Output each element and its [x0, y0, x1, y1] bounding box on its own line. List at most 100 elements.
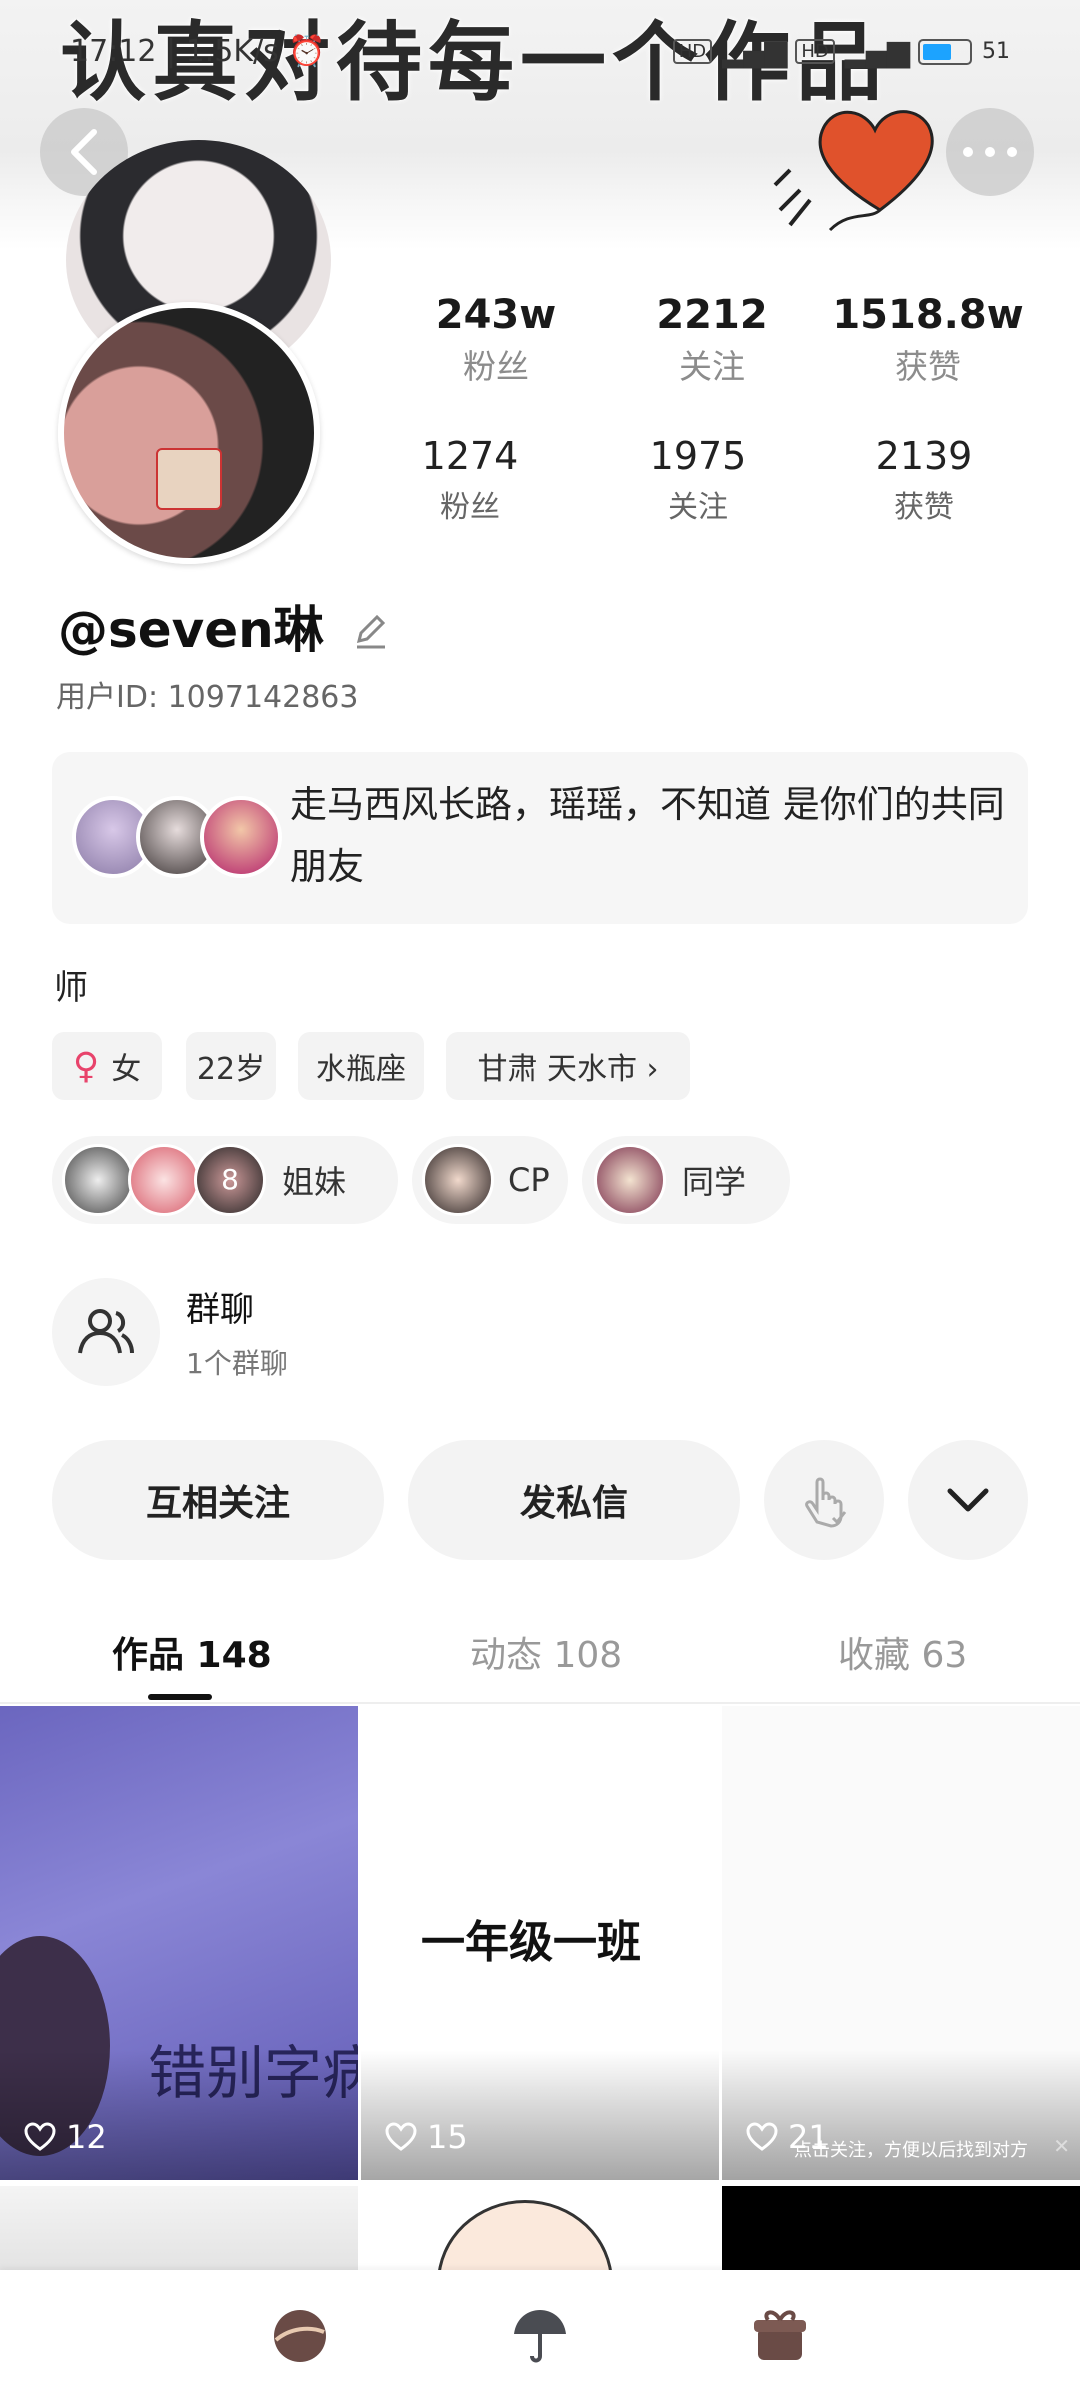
relation-cp-label: CP [508, 1161, 550, 1199]
relation-avatar [128, 1144, 200, 1216]
bottom-nav [0, 2270, 1080, 2400]
stat-following[interactable]: 2212 关注 [612, 292, 812, 388]
umbrella-icon [514, 2310, 566, 2363]
female-icon: ♀ [72, 1045, 100, 1087]
stat2-likes: 2139 获赞 [824, 434, 1024, 526]
edit-icon[interactable] [351, 611, 391, 651]
relation-count: 8 [221, 1163, 239, 1196]
username-text: @seven琳 [58, 601, 324, 659]
signal-icon-2: ▂▄▆ [844, 34, 910, 69]
work-card-2-overlay: 一年级一班 [421, 1917, 641, 1968]
work-card-3[interactable]: 21 点击关注，方便以后找到对方 ✕ [722, 1706, 1080, 2180]
stat2-following-label: 关注 [668, 490, 728, 525]
chevron-left-icon [71, 129, 97, 175]
stat2-likes-label: 获赞 [894, 490, 954, 525]
more-horizontal-icon [963, 147, 1017, 157]
work-card-2[interactable]: 一年级一班 15 [361, 1706, 719, 2180]
status-speed: 1.5K/s [185, 34, 279, 69]
stat2-fans-value: 1274 [421, 434, 519, 478]
bio-text: 师 [54, 968, 88, 1008]
message-button[interactable]: 发私信 [408, 1440, 740, 1560]
stat-fans-value: 243w [435, 292, 557, 338]
heart-icon [385, 2122, 417, 2151]
mutual-friends-card[interactable]: 走马西风长路，瑶瑶，不知道 是你们的共同朋友 [52, 752, 1028, 924]
username: @seven琳 [58, 590, 391, 662]
poke-hand-icon [805, 1477, 847, 1528]
group-chat-title[interactable]: 群聊 [186, 1282, 254, 1331]
gift-icon [754, 2310, 806, 2360]
follow-hint[interactable]: 点击关注，方便以后找到对方 [794, 2136, 1028, 2162]
tab-active-indicator [148, 1694, 212, 1700]
heart-icon [746, 2122, 778, 2151]
stat-likes-value: 1518.8w [832, 292, 1024, 338]
relation-avatar: 8 [194, 1144, 266, 1216]
tag-zodiac: 水瓶座 [298, 1032, 424, 1100]
relation-sisters[interactable]: 8 姐妹 [52, 1136, 398, 1224]
stat2-following: 1975 关注 [598, 434, 798, 526]
work-card-1-likes: 12 [24, 2118, 107, 2156]
poke-button[interactable] [764, 1440, 884, 1560]
stat-likes[interactable]: 1518.8w 获赞 [828, 292, 1028, 388]
close-hint-icon[interactable]: ✕ [1053, 2134, 1070, 2158]
planet-icon [274, 2310, 326, 2362]
signal-icon: ▂▄▆ [722, 34, 787, 69]
stat-likes-label: 获赞 [895, 347, 961, 386]
more-actions-button[interactable] [908, 1440, 1028, 1560]
work-card-5[interactable] [361, 2186, 719, 2276]
stat-following-label: 关注 [679, 347, 745, 386]
work-card-6[interactable] [722, 2186, 1080, 2276]
tag-location[interactable]: 甘肃 天水市 › [446, 1032, 690, 1100]
work-card-2-likes-count: 15 [427, 2118, 468, 2156]
stat2-fans-label: 粉丝 [440, 490, 500, 525]
heart-icon [24, 2122, 56, 2151]
group-chat-subtitle: 1个群聊 [186, 1347, 288, 1380]
avatar[interactable] [58, 302, 320, 564]
status-time: 17:12 [70, 34, 157, 69]
work-card-2-likes: 15 [385, 2118, 468, 2156]
stat-fans-label: 粉丝 [463, 347, 529, 386]
tab-favorites[interactable]: 收藏 63 [838, 1626, 967, 1678]
more-button[interactable] [946, 108, 1034, 196]
relation-cp[interactable]: CP [412, 1136, 568, 1224]
work-card-1-shade [0, 2050, 358, 2180]
hd-badge-2: HD [795, 39, 835, 64]
friend-avatar-3 [200, 796, 282, 878]
stat2-likes-value: 2139 [875, 434, 973, 478]
tab-works[interactable]: 作品 148 [112, 1626, 272, 1678]
relation-classmates-label: 同学 [682, 1163, 747, 1201]
stat-fans[interactable]: 243w 粉丝 [396, 292, 596, 388]
relation-avatar [594, 1144, 666, 1216]
relation-sisters-label: 姐妹 [282, 1163, 347, 1201]
tag-gender: ♀ 女 [52, 1032, 162, 1100]
relation-avatar [422, 1144, 494, 1216]
nav-umbrella-icon[interactable] [510, 2306, 570, 2366]
alarm-icon: ⏰ [288, 34, 326, 69]
hd-badge-1: HD [672, 39, 713, 64]
tab-posts[interactable]: 动态 108 [470, 1626, 622, 1678]
stat-following-value: 2212 [656, 292, 768, 338]
user-id: 用户ID: 1097142863 [56, 680, 359, 715]
work-card-5-art [437, 2200, 613, 2276]
tag-gender-label: 女 [111, 1052, 142, 1087]
nav-gift-icon[interactable] [750, 2306, 810, 2366]
relation-classmates[interactable]: 同学 [582, 1136, 790, 1224]
mutual-follow-button[interactable]: 互相关注 [52, 1440, 384, 1560]
work-card-2-shade [361, 2050, 719, 2180]
relation-avatar [62, 1144, 134, 1216]
chevron-down-icon [947, 1488, 989, 1512]
tag-age: 22岁 [186, 1032, 276, 1100]
tabs-divider [0, 1702, 1080, 1704]
sticker-icon [156, 448, 222, 510]
group-icon [78, 1309, 134, 1354]
battery-icon [918, 38, 972, 65]
group-chat-button[interactable] [52, 1278, 160, 1386]
status-bar: 17:12 | 1.5K/s ⏰ HD ▂▄▆ HD ▂▄▆ 51 [70, 34, 1010, 69]
work-card-1[interactable]: 错别字病 12 [0, 1706, 358, 2180]
work-card-4[interactable] [0, 2186, 358, 2276]
mutual-friends-text: 走马西风长路，瑶瑶，不知道 是你们的共同朋友 [290, 783, 1005, 888]
status-right-group: HD ▂▄▆ HD ▂▄▆ 51 [672, 34, 1010, 69]
battery-level: 51 [982, 39, 1010, 64]
nav-planet-icon[interactable] [270, 2306, 330, 2366]
heart-sticker-icon [773, 110, 934, 232]
stat2-fans: 1274 粉丝 [370, 434, 570, 526]
